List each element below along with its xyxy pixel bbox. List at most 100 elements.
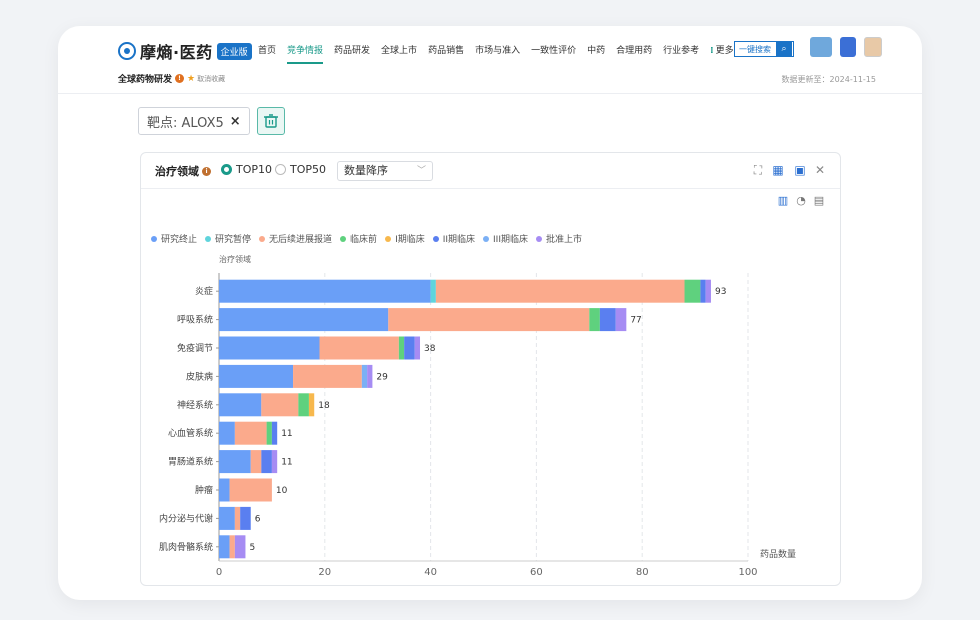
nav-item[interactable]: 药品研发 [334, 43, 370, 64]
nav-item[interactable]: 中药 [587, 43, 605, 64]
category-label: 肿瘤 [195, 484, 213, 496]
bar-total-label: 77 [630, 316, 641, 326]
bar-segment [589, 308, 600, 332]
bar-total-label: 5 [249, 543, 255, 553]
page-title: 全球药物研发 [118, 75, 173, 85]
bar-segment [219, 393, 262, 417]
category-label: 免疫调节 [177, 342, 213, 354]
nav-item[interactable]: 全球上市 [381, 43, 417, 64]
bar-segment [271, 450, 278, 474]
bar-segment [219, 279, 431, 303]
nav-item[interactable]: 首页 [258, 43, 276, 64]
logo-icon [118, 42, 136, 60]
therapeutic-area-panel: 治疗领域 i TOP10 TOP50 数量降序 ﹀ ⛶ ▦ ▣ ✕ ▥ ◔ ▤ … [140, 152, 841, 586]
bar-segment [388, 308, 590, 332]
x-tick-label: 80 [636, 567, 649, 578]
bar-segment [219, 364, 294, 388]
bar-segment [404, 336, 415, 360]
nav-more-label: 更多 [715, 46, 734, 56]
nav-item[interactable]: 药品销售 [428, 43, 464, 64]
x-tick-label: 40 [424, 567, 437, 578]
x-tick-label: 60 [530, 567, 543, 578]
bar-segment [615, 308, 627, 332]
main-card: 摩熵·医药 企业版 首页 竞争情报 药品研发 全球上市 药品销售 市场与准入 一致性评价 中药… [58, 26, 922, 600]
bar-total-label: 11 [281, 429, 292, 439]
info-icon[interactable]: ! [175, 74, 185, 83]
edition-badge: 企业版 [216, 42, 252, 60]
nav-item-more[interactable]: ⁞ 更多 [710, 43, 733, 64]
bar-segment [293, 364, 362, 388]
x-tick-label: 0 [216, 567, 222, 578]
bar-segment [599, 308, 616, 332]
nav-item[interactable]: 一致性评价 [531, 43, 576, 64]
bar-segment [430, 279, 436, 303]
category-label: 炎症 [195, 285, 213, 297]
bar-segment [319, 336, 399, 360]
bar-segment [234, 421, 267, 445]
bar-segment [414, 336, 421, 360]
nav-item[interactable]: 竞争情报 [287, 43, 324, 64]
bar-total-label: 6 [255, 514, 261, 524]
unfavorite-link[interactable]: 取消收藏 [197, 74, 225, 84]
bar-segment [435, 279, 685, 303]
member-icon[interactable] [810, 37, 832, 57]
bar-segment [219, 478, 230, 502]
bar-segment [261, 393, 299, 417]
close-icon[interactable]: × [230, 114, 241, 129]
bar-segment [308, 393, 315, 417]
nav-item[interactable]: 市场与准入 [475, 43, 520, 64]
trash-icon [264, 114, 278, 128]
bar-total-label: 18 [318, 401, 330, 411]
bar-segment [229, 535, 235, 559]
category-label: 心血管系统 [168, 427, 213, 439]
category-label: 胃肠道系统 [168, 456, 213, 468]
user-avatar[interactable] [864, 37, 882, 57]
top-navigation-bar: 摩熵·医药 企业版 首页 竞争情报 药品研发 全球上市 药品销售 市场与准入 一致性评价 中药… [58, 26, 922, 94]
bar-segment [219, 308, 389, 332]
bar-total-label: 29 [376, 372, 388, 382]
bar-segment [234, 535, 246, 559]
bar-segment [367, 364, 373, 388]
favorite-star-icon[interactable]: ★ [187, 74, 195, 84]
target-filter-tag: 靶点: ALOX5 × [138, 107, 250, 135]
bar-total-label: 93 [715, 287, 726, 297]
data-update-time: 数据更新至：2024-11-15 [781, 75, 877, 84]
bar-segment [684, 279, 701, 303]
report-icon[interactable] [840, 37, 856, 57]
bar-segment [229, 478, 272, 502]
category-label: 神经系统 [177, 399, 213, 411]
bar-segment [700, 279, 706, 303]
bar-segment [705, 279, 711, 303]
category-label: 皮肤病 [186, 370, 213, 382]
bar-segment [219, 535, 230, 559]
stacked-bar-chart: 0 20 40 60 80 100药品数量 炎症 93 呼吸系统 77 免疫调节 38 皮肤病 29 神经系… [159, 273, 796, 578]
category-label: 肌肉骨骼系统 [159, 541, 213, 553]
logo[interactable]: 摩熵·医药 企业版 [118, 39, 252, 63]
bar-total-label: 11 [281, 458, 292, 468]
bar-segment [298, 393, 309, 417]
bar-segment [271, 421, 278, 445]
grid-icon: ⁞ [710, 46, 714, 56]
bar-total-label: 38 [424, 344, 436, 354]
bar-segment [219, 506, 235, 530]
bar-segment [240, 506, 251, 530]
category-label: 内分泌与代谢 [159, 512, 213, 524]
bar-total-label: 10 [276, 486, 288, 496]
bar-segment [219, 421, 235, 445]
clear-filter-button[interactable] [257, 107, 285, 135]
nav-item[interactable]: 合理用药 [616, 43, 652, 64]
logo-text: 摩熵·医药 [140, 43, 213, 62]
bar-segment [398, 336, 405, 360]
breadcrumb: 全球药物研发 ! ★ 取消收藏 [118, 72, 225, 86]
main-nav: 首页 竞争情报 药品研发 全球上市 药品销售 市场与准入 一致性评价 中药 合理用药 行业参考 ⁞ 更… [258, 43, 745, 64]
x-tick-label: 100 [738, 567, 757, 578]
bar-segment [361, 364, 368, 388]
bar-segment [234, 506, 241, 530]
bar-segment [266, 421, 272, 445]
search-icon[interactable]: ⌕ [776, 41, 792, 57]
target-filter-label: 靶点: ALOX5 [147, 115, 224, 131]
bar-segment [250, 450, 262, 474]
nav-item[interactable]: 行业参考 [663, 43, 699, 64]
x-tick-label: 20 [318, 567, 331, 578]
category-label: 呼吸系统 [177, 314, 213, 326]
